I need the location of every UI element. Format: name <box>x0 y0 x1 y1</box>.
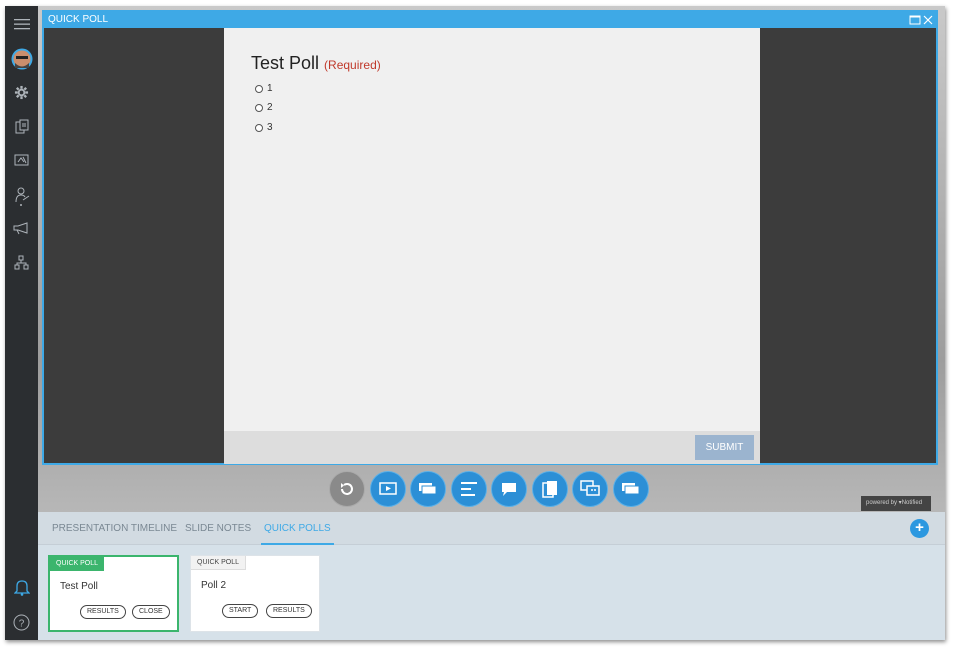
pages-button[interactable] <box>531 471 568 507</box>
align-left-icon <box>460 482 477 496</box>
poll-title: Test Poll (Required) <box>251 53 381 74</box>
refresh-button[interactable] <box>329 471 365 507</box>
tab-presentation-timeline[interactable]: PRESENTATION TIMELINE <box>52 512 177 545</box>
documents-icon[interactable] <box>5 111 38 141</box>
poll-option[interactable]: 1 <box>255 83 273 94</box>
poll-option[interactable]: 3 <box>255 122 273 133</box>
option-label: 3 <box>267 122 273 133</box>
slideshow-button[interactable] <box>369 471 406 507</box>
tab-bar: PRESENTATION TIMELINE SLIDE NOTES QUICK … <box>38 512 945 545</box>
gear-icon[interactable] <box>5 77 38 107</box>
qa-button[interactable] <box>572 471 608 507</box>
app-window: ? QUICK POLL Test Poll (Required) 1 2 3 … <box>5 6 945 640</box>
results-button[interactable]: RESULTS <box>80 605 126 619</box>
close-poll-button[interactable]: CLOSE <box>132 605 170 619</box>
radio-button[interactable] <box>255 123 263 132</box>
announcement-icon[interactable] <box>5 213 38 243</box>
powered-by-badge: powered by ▾Notified <box>861 496 931 511</box>
start-poll-button[interactable]: START <box>222 604 259 618</box>
poll-cards: QUICK POLL Test Poll RESULTS CLOSE QUICK… <box>38 546 945 640</box>
poll-card-poll-2[interactable]: QUICK POLL Poll 2 START RESULTS <box>190 555 320 632</box>
agenda-button[interactable] <box>450 471 487 507</box>
card-title: Test Poll <box>60 581 98 592</box>
poll-content: Test Poll (Required) 1 2 3 <box>224 28 760 431</box>
network-icon[interactable] <box>5 247 38 277</box>
qa-icon <box>580 480 600 496</box>
menu-icon[interactable] <box>5 9 38 39</box>
poll-option[interactable]: 2 <box>255 102 273 113</box>
results-button[interactable]: RESULTS <box>266 604 312 618</box>
poll-footer: SUBMIT <box>224 431 760 464</box>
screens-button[interactable] <box>612 471 649 507</box>
radio-button[interactable] <box>255 103 263 112</box>
maximize-icon[interactable] <box>909 14 921 26</box>
stage: QUICK POLL Test Poll (Required) 1 2 3 SU… <box>38 6 945 512</box>
pages-icon <box>541 481 557 498</box>
avatar[interactable] <box>5 44 38 74</box>
radio-button[interactable] <box>255 84 263 93</box>
card-title: Poll 2 <box>201 580 227 591</box>
screens-icon <box>621 483 639 495</box>
option-label: 1 <box>267 83 273 94</box>
media-toolbar <box>329 471 653 509</box>
chat-button[interactable] <box>491 471 527 507</box>
presentation-icon[interactable] <box>5 145 38 175</box>
slideshow-icon <box>378 482 397 495</box>
stack-icon <box>419 483 437 495</box>
refresh-icon <box>341 483 353 495</box>
bell-icon[interactable] <box>5 572 38 602</box>
add-poll-button[interactable]: + <box>910 519 929 538</box>
tab-quick-polls[interactable]: QUICK POLLS <box>261 512 334 545</box>
option-label: 2 <box>267 102 273 113</box>
quick-poll-window: QUICK POLL Test Poll (Required) 1 2 3 SU… <box>42 10 938 465</box>
speaker-icon[interactable] <box>5 182 38 212</box>
svg-text:?: ? <box>19 618 25 629</box>
stack-button[interactable] <box>410 471 446 507</box>
chat-icon <box>502 483 516 496</box>
tab-slide-notes[interactable]: SLIDE NOTES <box>185 512 251 545</box>
close-icon[interactable] <box>922 14 934 26</box>
help-icon[interactable]: ? <box>5 607 38 637</box>
required-label: (Required) <box>324 58 381 72</box>
card-badge: QUICK POLL <box>191 556 247 570</box>
sidebar: ? <box>5 6 38 640</box>
poll-card-test-poll[interactable]: QUICK POLL Test Poll RESULTS CLOSE <box>48 555 179 632</box>
window-title: QUICK POLL <box>48 14 109 25</box>
card-badge: QUICK POLL <box>50 557 105 571</box>
poll-title-text: Test Poll <box>251 53 320 73</box>
window-titlebar[interactable]: QUICK POLL <box>44 12 936 28</box>
submit-button[interactable]: SUBMIT <box>695 435 754 460</box>
